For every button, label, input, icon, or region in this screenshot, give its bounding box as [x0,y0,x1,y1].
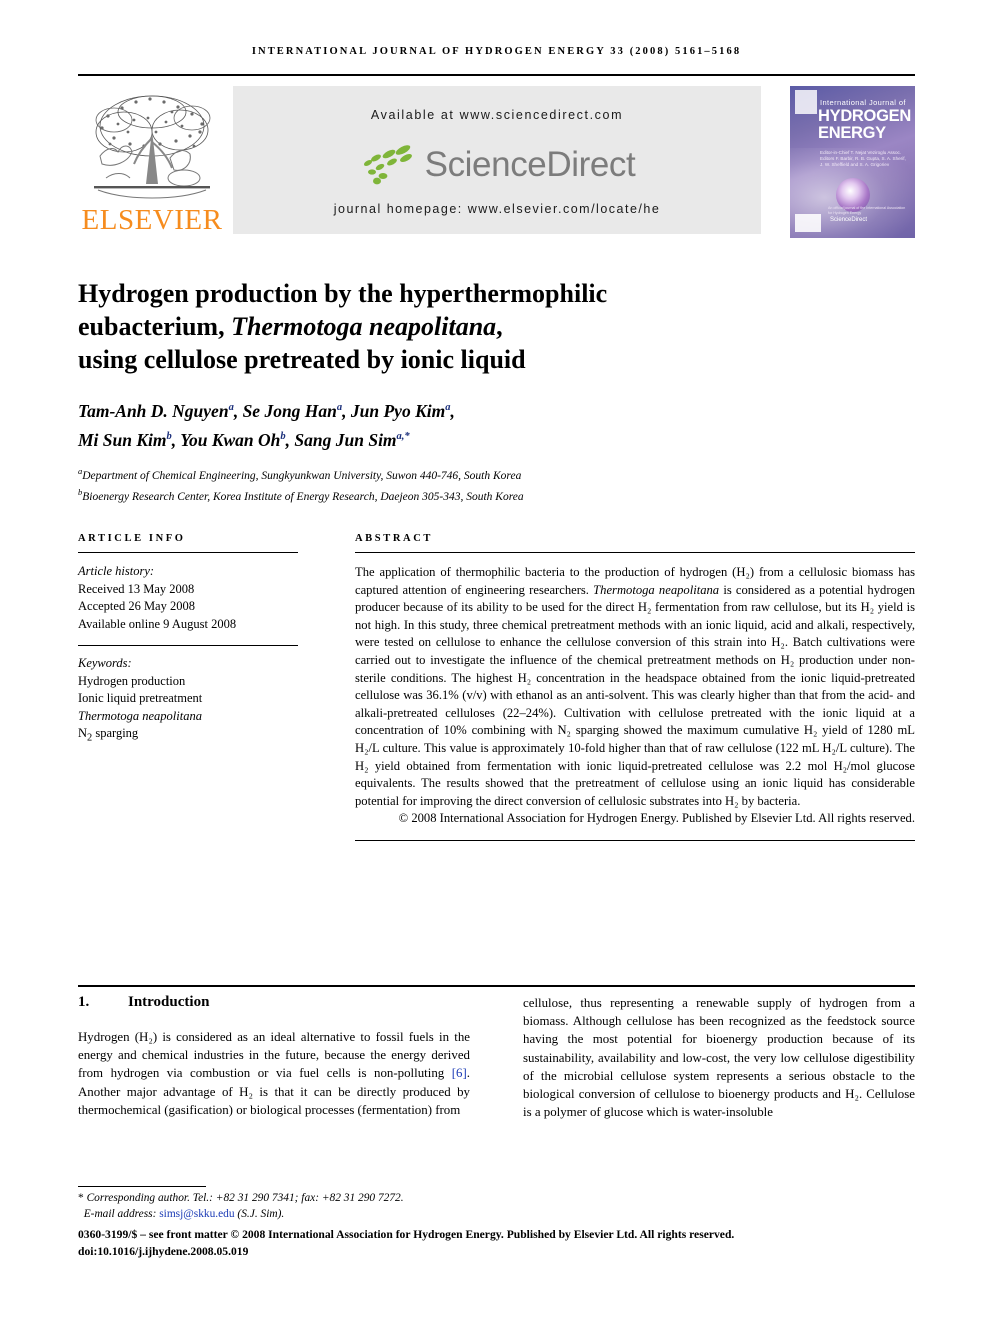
section-number: 1. [78,994,90,1010]
masthead: ELSEVIER Available at www.sciencedirect.… [78,84,915,240]
article-info-column: ARTICLE INFO Article history: Received 1… [78,533,298,747]
section-heading-introduction: 1. Introduction [78,994,470,1011]
title-line-3: using cellulose pretreated by ionic liqu… [78,345,526,375]
imprint-block: 0360-3199/$ – see front matter © 2008 In… [78,1227,938,1260]
email-suffix: (S.J. Sim). [234,1208,285,1220]
author-name: Tam-Anh D. Nguyen [78,400,229,421]
history-received: Received 13 May 2008 [78,581,195,596]
imprint-line-2: doi:10.1016/j.ijhydene.2008.05.019 [78,1244,249,1258]
abstract-end-rule [355,839,915,841]
sciencedirect-logo: ScienceDirect [233,141,761,189]
author-name: Se Jong Han [242,400,337,421]
section-title: Introduction [128,994,210,1010]
elsevier-tree-icon [84,86,220,204]
sciencedirect-band: Available at www.sciencedirect.com Scien… [233,86,761,234]
abstract-text: The application of thermophilic bacteria… [355,564,915,810]
author-affil-marker: b [280,430,286,442]
abstract-label: ABSTRACT [355,533,433,544]
keyword-item: Thermotoga neapolitana [78,708,202,723]
cover-barcode [795,214,821,232]
title-line-1: Hydrogen production by the hyperthermoph… [78,279,608,309]
sciencedirect-wordmark: ScienceDirect [424,145,636,184]
cover-title-line3: ENERGY [818,124,886,142]
intro-left-column: 1. Introduction Hydrogen (H₂) is consider… [78,994,470,1119]
title-line-2-suffix: , [496,312,503,342]
footnote-marker: * [78,1192,84,1204]
corresponding-author-text: Corresponding author. Tel.: +82 31 290 7… [86,1192,404,1204]
article-history-heading: Article history: [78,564,155,578]
elsevier-wordmark: ELSEVIER [81,204,223,236]
cover-title-line2: HYDROGEN [818,107,911,125]
author-name: Mi Sun Kim [78,429,167,450]
author-affil-marker: a [228,402,234,413]
intro-paragraph-right: cellulose, thus representing a renewable… [523,996,915,1120]
abstract-organism: Thermotoga neapolitana [593,582,720,597]
author-name: Jun Pyo Kim [350,400,446,421]
article-page: INTERNATIONAL JOURNAL OF HYDROGEN ENERGY… [0,0,992,1323]
abstract-part-2: is considered as a potential hydrogen pr… [355,582,915,808]
article-info-label: ARTICLE INFO [78,533,186,544]
history-accepted: Accepted 26 May 2008 [78,599,195,613]
keywords-heading: Keywords: [78,656,132,670]
title-line-2-prefix: eubacterium, [78,312,232,342]
title-organism: Thermotoga neapolitana [231,312,497,342]
affiliation-list: aDepartment of Chemical Engineering, Sun… [78,463,858,505]
citation-link[interactable]: [6] [452,1066,467,1080]
body-top-rule [78,985,915,987]
abstract-column: ABSTRACT The application of thermophilic… [355,533,915,841]
author-name: Sang Jun Sim [294,429,397,450]
journal-cover-thumbnail: International Journal of HYDROGEN ENERGY… [790,86,915,238]
email-label: E-mail address: [83,1208,160,1220]
elsevier-logo: ELSEVIER [78,84,226,240]
affiliation-text: Department of Chemical Engineering, Sung… [82,469,522,482]
keywords-divider [78,645,298,646]
author-affil-marker: a [445,402,451,413]
author-affil-marker: a [336,402,343,413]
intro-paragraph-left: Hydrogen (H₂) is considered as an ideal … [78,1028,470,1119]
author-list: Tam-Anh D. Nguyena, Se Jong Hana, Jun Py… [78,400,455,450]
abstract-copyright: © 2008 International Association for Hyd… [398,811,915,826]
intro-text-a: Hydrogen (H₂) is considered as an ideal … [78,1030,470,1081]
author-affil-marker: b [166,430,172,442]
imprint-line-1: 0360-3199/$ – see front matter © 2008 In… [78,1228,735,1241]
article-history-block: Article history: Received 13 May 2008 Ac… [78,563,298,633]
keyword-item: Hydrogen production [78,673,186,688]
keywords-block: Keywords: Hydrogen production Ionic liqu… [78,655,298,747]
author-name: You Kwan Oh [180,429,281,450]
corresponding-author-note: * Corresponding author. Tel.: +82 31 290… [78,1190,638,1222]
footnote-rule [78,1186,206,1187]
running-head: INTERNATIONAL JOURNAL OF HYDROGEN ENERGY… [251,46,742,57]
cover-note: An official journal of the International… [828,206,906,215]
journal-homepage-text: journal homepage: www.elsevier.com/locat… [333,202,661,216]
cover-elsevier-mark [795,90,817,114]
keyword-item: Ionic liquid pretreatment [78,691,203,705]
cover-sciencedirect-label: ScienceDirect [830,217,868,223]
intro-right-column: cellulose, thus representing a renewable… [523,994,915,1121]
header-rule [78,74,915,76]
cover-editors: Editor-in-Chief T. Nejat Veziroglu Assoc… [820,150,906,167]
email-link[interactable]: simsj@skku.edu [159,1208,234,1220]
history-online: Available online 9 August 2008 [78,616,237,631]
keyword-item: N2 sparging [78,726,139,744]
sciencedirect-leaf-icon [363,145,412,185]
cover-title-main: HYDROGEN ENERGY [818,108,914,142]
abstract-divider [355,552,915,553]
available-at-text: Available at www.sciencedirect.com [370,108,624,122]
author-affil-marker: a,* [396,430,410,442]
cover-title-line1: International Journal of [820,98,906,107]
article-info-divider [78,552,298,553]
affiliation-text: Bioenergy Research Center, Korea Institu… [82,490,524,503]
page-title: Hydrogen production by the hyperthermoph… [78,277,798,376]
